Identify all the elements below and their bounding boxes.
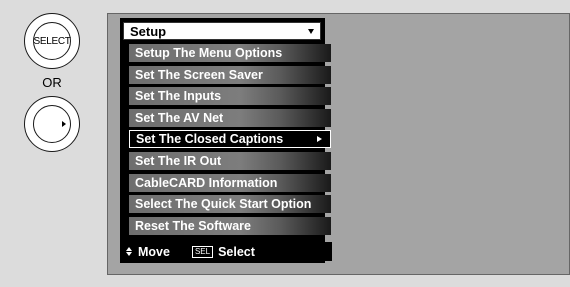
menu-help-bar: Move SEL Select bbox=[120, 242, 332, 261]
setup-menu-panel: Setup Setup The Menu Options Set The Scr… bbox=[120, 18, 331, 263]
menu-item-reset-software[interactable]: Reset The Software bbox=[129, 216, 331, 235]
menu-item-label: CableCARD Information bbox=[135, 175, 278, 190]
menu-item-inputs[interactable]: Set The Inputs bbox=[129, 87, 331, 106]
menu-item-label: Set The Screen Saver bbox=[135, 67, 263, 82]
menu-item-screen-saver[interactable]: Set The Screen Saver bbox=[129, 65, 331, 84]
select-button-label: SELECT bbox=[33, 35, 71, 47]
menu-item-label: Reset The Software bbox=[135, 218, 252, 233]
menu-item-quick-start-option[interactable]: Select The Quick Start Option bbox=[129, 195, 331, 214]
menu-item-cablecard-information[interactable]: CableCARD Information bbox=[129, 173, 331, 192]
tv-screen: Setup Setup The Menu Options Set The Scr… bbox=[107, 13, 570, 275]
select-button-inner: SELECT bbox=[33, 22, 71, 60]
move-hint-label: Move bbox=[138, 244, 170, 259]
menu-item-closed-captions[interactable]: Set The Closed Captions bbox=[129, 130, 331, 149]
remote-buttons-panel: SELECT OR bbox=[0, 0, 104, 287]
menu-item-setup-menu-options[interactable]: Setup The Menu Options bbox=[129, 44, 331, 62]
menu-item-list: Setup The Menu Options Set The Screen Sa… bbox=[129, 44, 331, 238]
navigation-button-inner bbox=[33, 105, 71, 143]
sel-key-icon: SEL bbox=[191, 245, 214, 258]
navigation-remote-button[interactable] bbox=[24, 96, 80, 152]
select-hint-label: Select bbox=[218, 244, 255, 259]
menu-title: Setup bbox=[130, 23, 167, 39]
menu-item-label: Set The IR Out bbox=[135, 153, 222, 168]
up-down-arrows-icon bbox=[126, 247, 132, 256]
menu-item-label: Setup The Menu Options bbox=[135, 46, 283, 60]
select-remote-button[interactable]: SELECT bbox=[24, 13, 80, 69]
menu-item-label: Set The Closed Captions bbox=[136, 132, 284, 147]
or-label: OR bbox=[42, 75, 62, 90]
submenu-arrow-icon bbox=[317, 136, 322, 143]
menu-item-ir-out[interactable]: Set The IR Out bbox=[129, 151, 331, 170]
dropdown-arrow-icon bbox=[308, 28, 314, 34]
menu-item-label: Set The Inputs bbox=[135, 89, 222, 104]
menu-item-label: Select The Quick Start Option bbox=[135, 197, 312, 212]
menu-item-label: Set The AV Net bbox=[135, 110, 224, 125]
right-arrow-icon bbox=[62, 121, 66, 127]
menu-title-bar[interactable]: Setup bbox=[123, 22, 321, 40]
menu-item-av-net[interactable]: Set The AV Net bbox=[129, 108, 331, 127]
instruction-frame: SELECT OR Setup Setup The Menu Options S… bbox=[0, 0, 570, 287]
